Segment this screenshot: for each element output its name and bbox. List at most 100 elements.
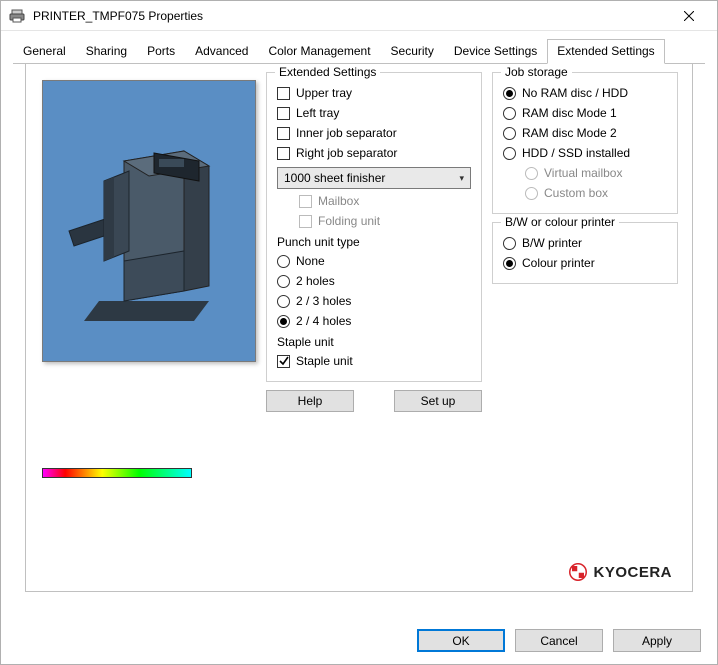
checkbox-upper-tray[interactable]: Upper tray <box>277 85 471 101</box>
radio-virtual-mailbox: Virtual mailbox <box>525 165 667 181</box>
tab-sharing[interactable]: Sharing <box>76 39 137 63</box>
middle-column: Extended Settings Upper tray Left tray I… <box>256 64 492 591</box>
radio-ram-disc-mode-2[interactable]: RAM disc Mode 2 <box>503 125 667 141</box>
staple-unit-label: Staple unit <box>277 335 471 349</box>
tabs-container: General Sharing Ports Advanced Color Man… <box>1 31 717 592</box>
chevron-down-icon: ▾ <box>459 173 464 184</box>
tab-general[interactable]: General <box>13 39 76 63</box>
radio-hdd-ssd-installed[interactable]: HDD / SSD installed <box>503 145 667 161</box>
group-legend: B/W or colour printer <box>501 215 619 229</box>
radio-punch-2-4-holes[interactable]: 2 / 4 holes <box>277 313 471 329</box>
button-label: OK <box>452 634 469 648</box>
window-title: PRINTER_TMPF075 Properties <box>33 9 669 23</box>
ok-button[interactable]: OK <box>417 629 505 652</box>
checkbox-folding-unit: Folding unit <box>299 213 471 229</box>
properties-window: PRINTER_TMPF075 Properties General Shari… <box>0 0 718 665</box>
radio-icon <box>503 147 516 160</box>
checkbox-label: Inner job separator <box>296 125 397 141</box>
group-bw-colour: B/W or colour printer B/W printer Colour… <box>492 222 678 284</box>
tab-color-management[interactable]: Color Management <box>258 39 380 63</box>
button-label: Set up <box>421 394 456 408</box>
checkbox-icon <box>299 195 312 208</box>
tab-security[interactable]: Security <box>381 39 444 63</box>
checkbox-mailbox: Mailbox <box>299 193 471 209</box>
checkbox-label: Left tray <box>296 105 339 121</box>
checkbox-left-tray[interactable]: Left tray <box>277 105 471 121</box>
close-icon <box>684 8 694 24</box>
radio-label: No RAM disc / HDD <box>522 85 628 101</box>
radio-icon <box>503 237 516 250</box>
checkbox-right-job-separator[interactable]: Right job separator <box>277 145 471 161</box>
checkbox-label: Folding unit <box>318 213 380 229</box>
checkbox-label: Staple unit <box>296 353 353 369</box>
apply-button[interactable]: Apply <box>613 629 701 652</box>
radio-label: Colour printer <box>522 255 595 271</box>
group-job-storage: Job storage No RAM disc / HDD RAM disc M… <box>492 72 678 214</box>
titlebar: PRINTER_TMPF075 Properties <box>1 1 717 31</box>
checkbox-icon <box>277 355 290 368</box>
tab-device-settings[interactable]: Device Settings <box>444 39 547 63</box>
checkbox-inner-job-separator[interactable]: Inner job separator <box>277 125 471 141</box>
radio-punch-none[interactable]: None <box>277 253 471 269</box>
radio-colour-printer[interactable]: Colour printer <box>503 255 667 271</box>
tab-label: Device Settings <box>454 44 537 58</box>
radio-label: 2 holes <box>296 273 335 289</box>
radio-punch-2-holes[interactable]: 2 holes <box>277 273 471 289</box>
radio-custom-box: Custom box <box>525 185 667 201</box>
checkbox-icon <box>277 147 290 160</box>
radio-icon <box>503 127 516 140</box>
radio-label: 2 / 3 holes <box>296 293 351 309</box>
radio-icon <box>277 315 290 328</box>
radio-label: HDD / SSD installed <box>522 145 630 161</box>
printer-illustration-icon <box>59 111 239 331</box>
color-bar <box>42 468 192 478</box>
radio-icon <box>503 107 516 120</box>
radio-ram-disc-mode-1[interactable]: RAM disc Mode 1 <box>503 105 667 121</box>
group-legend: Job storage <box>501 65 572 79</box>
radio-icon <box>503 87 516 100</box>
close-button[interactable] <box>669 2 709 30</box>
radio-label: RAM disc Mode 2 <box>522 125 617 141</box>
radio-label: Custom box <box>544 185 608 201</box>
help-setup-row: Help Set up <box>266 390 482 412</box>
punch-unit-type-label: Punch unit type <box>277 235 471 249</box>
radio-label: None <box>296 253 325 269</box>
finisher-select[interactable]: 1000 sheet finisher ▾ <box>277 167 471 189</box>
tab-ports[interactable]: Ports <box>137 39 185 63</box>
radio-icon <box>525 187 538 200</box>
dialog-button-row: OK Cancel Apply <box>1 617 717 664</box>
right-column: Job storage No RAM disc / HDD RAM disc M… <box>492 64 692 591</box>
printer-preview <box>42 80 256 362</box>
radio-icon <box>525 167 538 180</box>
radio-bw-printer[interactable]: B/W printer <box>503 235 667 251</box>
checkbox-label: Right job separator <box>296 145 397 161</box>
radio-icon <box>503 257 516 270</box>
tab-label: Security <box>391 44 434 58</box>
brand-text: KYOCERA <box>593 564 672 581</box>
kyocera-mark-icon <box>569 563 587 581</box>
tab-advanced[interactable]: Advanced <box>185 39 258 63</box>
checkbox-staple-unit[interactable]: Staple unit <box>277 353 471 369</box>
select-value: 1000 sheet finisher <box>284 171 385 185</box>
button-label: Cancel <box>540 634 577 648</box>
checkbox-icon <box>277 107 290 120</box>
panel-content: Extended Settings Upper tray Left tray I… <box>26 64 692 591</box>
tab-extended-settings[interactable]: Extended Settings <box>547 39 664 64</box>
radio-no-ram-disc-hdd[interactable]: No RAM disc / HDD <box>503 85 667 101</box>
radio-icon <box>277 295 290 308</box>
group-extended-settings: Extended Settings Upper tray Left tray I… <box>266 72 482 382</box>
radio-punch-2-3-holes[interactable]: 2 / 3 holes <box>277 293 471 309</box>
help-button[interactable]: Help <box>266 390 354 412</box>
setup-button[interactable]: Set up <box>394 390 482 412</box>
tab-label: Ports <box>147 44 175 58</box>
checkbox-icon <box>277 127 290 140</box>
checkbox-icon <box>299 215 312 228</box>
radio-icon <box>277 275 290 288</box>
button-label: Apply <box>642 634 672 648</box>
checkbox-icon <box>277 87 290 100</box>
preview-column <box>26 64 256 591</box>
radio-label: Virtual mailbox <box>544 165 622 181</box>
group-legend: Extended Settings <box>275 65 380 79</box>
radio-icon <box>277 255 290 268</box>
cancel-button[interactable]: Cancel <box>515 629 603 652</box>
